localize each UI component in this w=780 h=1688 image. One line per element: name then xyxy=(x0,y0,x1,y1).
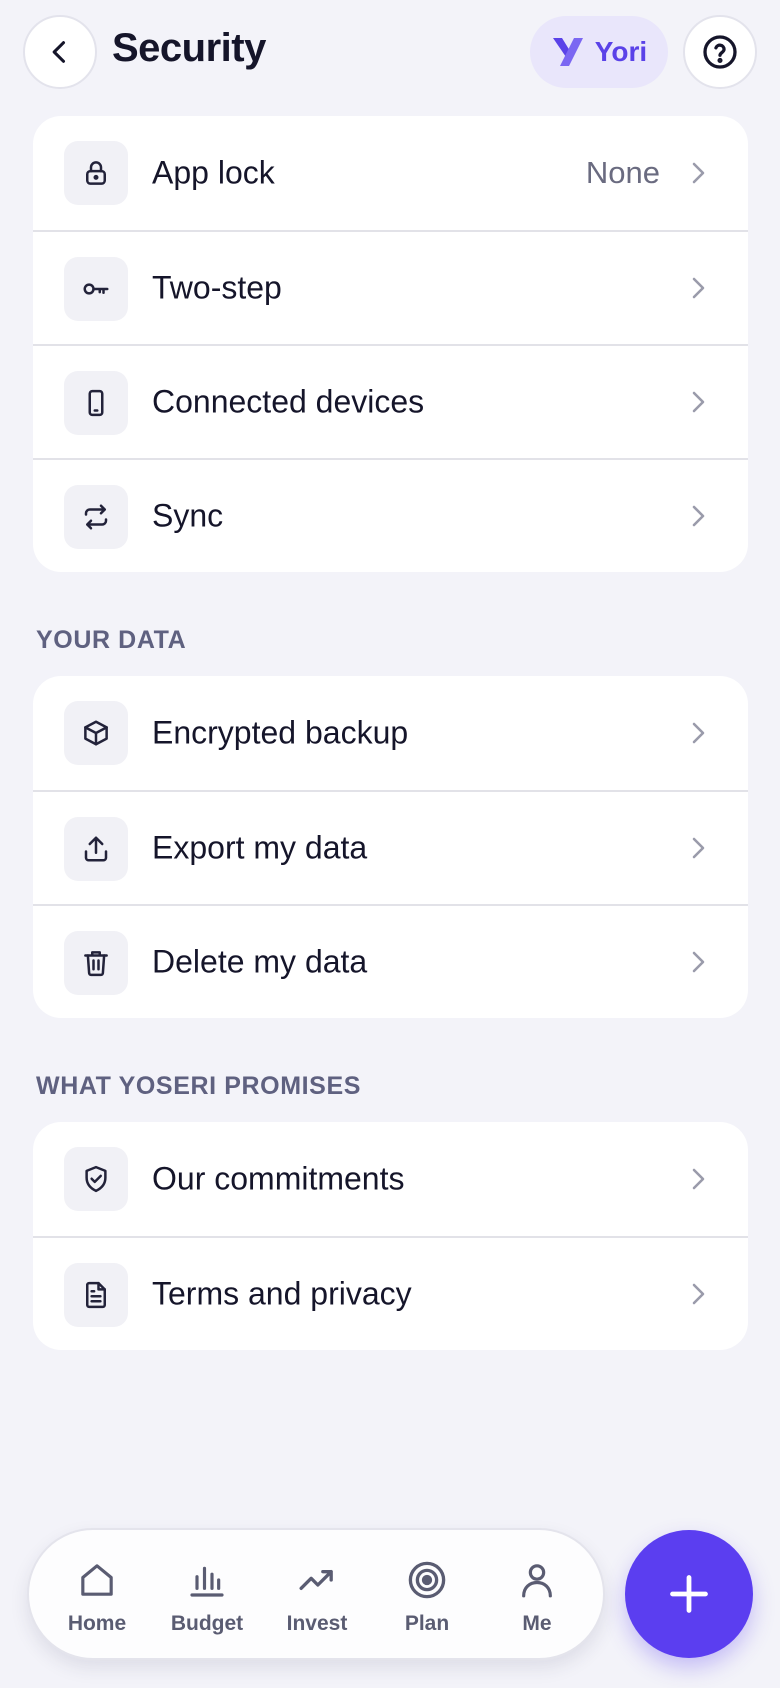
upload-icon xyxy=(84,836,108,862)
bottom-navigation: Home Budget Invest Plan Me xyxy=(27,1528,605,1660)
your-data-card: Encrypted backup Export my data Delete m… xyxy=(33,676,748,1018)
chevron-right-icon xyxy=(692,722,705,744)
export-data-label: Export my data xyxy=(152,829,368,866)
encrypted-backup-label: Encrypted backup xyxy=(152,714,409,751)
sync-label: Sync xyxy=(152,497,224,534)
chevron-right-icon xyxy=(692,162,705,184)
two-step-row[interactable]: Two-step xyxy=(33,230,748,344)
promises-heading: WHAT YOSERI PROMISES xyxy=(36,1072,362,1100)
row-icon-box xyxy=(64,701,128,765)
row-icon-box xyxy=(64,485,128,549)
lock-icon xyxy=(86,161,106,185)
row-icon-box xyxy=(64,141,128,205)
box-icon xyxy=(84,720,108,746)
encrypted-backup-row[interactable]: Encrypted backup xyxy=(33,676,748,790)
chevron-right-icon xyxy=(692,277,705,299)
export-data-row[interactable]: Export my data xyxy=(33,790,748,904)
nav-budget[interactable]: Budget xyxy=(157,1530,257,1662)
target-icon xyxy=(408,1561,446,1599)
connected-devices-label: Connected devices xyxy=(152,383,425,420)
trash-icon xyxy=(84,951,108,977)
row-icon-box xyxy=(64,817,128,881)
your-data-heading: YOUR DATA xyxy=(36,626,187,654)
commitments-row[interactable]: Our commitments xyxy=(33,1122,748,1236)
nav-budget-label: Budget xyxy=(170,1612,244,1635)
back-button[interactable] xyxy=(23,15,97,89)
key-icon xyxy=(83,283,109,295)
promises-card: Our commitments Terms and privacy xyxy=(33,1122,748,1350)
nav-me-label: Me xyxy=(522,1612,552,1635)
app-lock-value: None xyxy=(585,155,660,190)
delete-data-label: Delete my data xyxy=(152,943,368,980)
header: Security Yori xyxy=(0,0,780,104)
sync-row[interactable]: Sync xyxy=(33,458,748,572)
brand-logo-icon xyxy=(552,38,583,66)
chevron-right-icon xyxy=(692,837,705,859)
document-icon xyxy=(86,1281,106,1309)
two-step-label: Two-step xyxy=(152,269,282,306)
trending-up-icon xyxy=(299,1570,333,1590)
security-settings-card: App lock None Two-step Connected devices xyxy=(33,116,748,572)
brand-name: Yori xyxy=(594,36,648,67)
app-lock-row[interactable]: App lock None xyxy=(33,116,748,230)
bar-chart-icon xyxy=(190,1566,224,1597)
commitments-label: Our commitments xyxy=(152,1160,405,1197)
connected-devices-row[interactable]: Connected devices xyxy=(33,344,748,458)
chevron-right-icon xyxy=(692,505,705,527)
row-icon-box xyxy=(64,257,128,321)
plus-icon xyxy=(670,1575,708,1613)
nav-invest-label: Invest xyxy=(286,1612,348,1635)
terms-privacy-label: Terms and privacy xyxy=(152,1275,412,1312)
nav-invest[interactable]: Invest xyxy=(267,1530,367,1662)
nav-home-label: Home xyxy=(67,1612,127,1635)
nav-home[interactable]: Home xyxy=(47,1530,147,1662)
row-icon-box xyxy=(64,931,128,995)
add-button[interactable] xyxy=(625,1530,753,1658)
home-icon xyxy=(81,1564,113,1596)
nav-plan-label: Plan xyxy=(404,1612,450,1635)
page-title: Security xyxy=(112,26,266,70)
chevron-right-icon xyxy=(692,1168,705,1190)
chevron-left-icon xyxy=(52,41,66,63)
chevron-right-icon xyxy=(692,391,705,413)
sync-icon xyxy=(84,504,108,530)
brand-badge[interactable]: Yori xyxy=(530,16,668,88)
question-circle-icon xyxy=(703,35,737,69)
row-icon-box xyxy=(64,1263,128,1327)
terms-privacy-row[interactable]: Terms and privacy xyxy=(33,1236,748,1350)
chevron-right-icon xyxy=(692,951,705,973)
delete-data-row[interactable]: Delete my data xyxy=(33,904,748,1018)
nav-me[interactable]: Me xyxy=(487,1530,587,1662)
help-button[interactable] xyxy=(683,15,757,89)
nav-plan[interactable]: Plan xyxy=(377,1530,477,1662)
user-icon xyxy=(522,1564,552,1598)
security-screen: Security Yori App lock None Two-step Con… xyxy=(0,0,780,1688)
phone-icon xyxy=(88,389,104,417)
app-lock-label: App lock xyxy=(152,154,275,191)
chevron-right-icon xyxy=(692,1283,705,1305)
row-icon-box xyxy=(64,371,128,435)
row-icon-box xyxy=(64,1147,128,1211)
shield-check-icon xyxy=(85,1165,107,1193)
